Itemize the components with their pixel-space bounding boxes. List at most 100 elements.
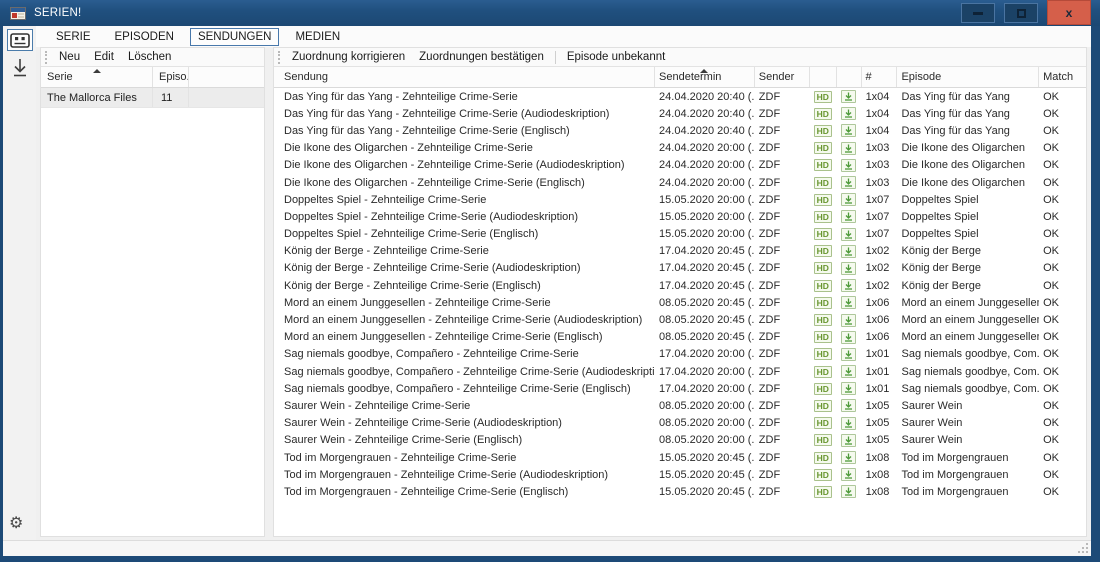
download-media-icon[interactable] <box>841 348 856 361</box>
broadcast-row[interactable]: König der Berge - Zehnteilige Crime-Seri… <box>274 260 1086 277</box>
download-media-icon[interactable] <box>841 262 856 275</box>
download-media-icon[interactable] <box>841 451 856 464</box>
download-media-icon[interactable] <box>841 296 856 309</box>
sendung-column-header[interactable]: Sendung <box>274 67 655 87</box>
zuordnung-korrigieren-button[interactable]: Zuordnung korrigieren <box>285 50 412 64</box>
match-cell: OK <box>1039 262 1086 274</box>
episode-unbekannt-button[interactable]: Episode unbekannt <box>560 50 672 64</box>
serie-column-header[interactable]: Serie <box>41 67 153 87</box>
zuordnungen-bestaetigen-button[interactable]: Zuordnungen bestätigen <box>412 50 551 64</box>
broadcast-row[interactable]: Tod im Morgengrauen - Zehnteilige Crime-… <box>274 483 1086 500</box>
hd-badge: HD <box>814 383 832 395</box>
sendetermin-cell: 17.04.2020 20:00 (... <box>655 383 755 395</box>
loeschen-button[interactable]: Löschen <box>121 50 178 64</box>
series-toolbar: Neu Edit Löschen <box>41 48 264 67</box>
match-cell: OK <box>1039 177 1086 189</box>
download-media-icon[interactable] <box>841 245 856 258</box>
download-tool-button[interactable] <box>8 56 32 82</box>
episode-number-cell: 1x07 <box>862 228 898 240</box>
download-media-icon[interactable] <box>841 176 856 189</box>
download-cell <box>837 176 862 189</box>
resize-grip-icon[interactable] <box>1077 542 1089 554</box>
match-cell: OK <box>1039 194 1086 206</box>
download-media-icon[interactable] <box>841 210 856 223</box>
titlebar[interactable]: SERIEN! x <box>0 0 1100 26</box>
broadcast-row[interactable]: Saurer Wein - Zehnteilige Crime-Serie (E… <box>274 432 1086 449</box>
download-media-icon[interactable] <box>841 193 856 206</box>
broadcast-row[interactable]: Doppeltes Spiel - Zehnteilige Crime-Seri… <box>274 226 1086 243</box>
download-media-icon[interactable] <box>841 142 856 155</box>
hd-column-header[interactable] <box>810 67 837 87</box>
broadcast-row[interactable]: Mord an einem Junggesellen - Zehnteilige… <box>274 329 1086 346</box>
download-media-icon[interactable] <box>841 228 856 241</box>
download-media-icon[interactable] <box>841 124 856 137</box>
menu-serie[interactable]: SERIE <box>48 28 99 46</box>
broadcast-row[interactable]: Das Ying für das Yang - Zehnteilige Crim… <box>274 105 1086 122</box>
sender-column-header[interactable]: Sender <box>755 67 810 87</box>
number-column-header[interactable]: # <box>862 67 898 87</box>
toolbar-grip-icon[interactable] <box>45 51 47 64</box>
broadcast-row[interactable]: Das Ying für das Yang - Zehnteilige Crim… <box>274 88 1086 105</box>
broadcast-row[interactable]: Saurer Wein - Zehnteilige Crime-Serie 08… <box>274 397 1086 414</box>
download-media-icon[interactable] <box>841 365 856 378</box>
download-media-icon[interactable] <box>841 485 856 498</box>
sender-cell: ZDF <box>755 280 810 292</box>
series-row-selected[interactable]: The Mallorca Files 11 <box>41 88 264 108</box>
broadcast-row[interactable]: Sag niemals goodbye, Compañero - Zehntei… <box>274 380 1086 397</box>
download-media-icon[interactable] <box>841 331 856 344</box>
broadcast-row[interactable]: Doppeltes Spiel - Zehnteilige Crime-Seri… <box>274 208 1086 225</box>
download-media-icon[interactable] <box>841 279 856 292</box>
broadcast-row[interactable]: Die Ikone des Oligarchen - Zehnteilige C… <box>274 140 1086 157</box>
broadcast-row[interactable]: Saurer Wein - Zehnteilige Crime-Serie (A… <box>274 415 1086 432</box>
tv-tool-button[interactable] <box>7 29 33 51</box>
download-column-header[interactable] <box>837 67 862 87</box>
broadcast-row[interactable]: König der Berge - Zehnteilige Crime-Seri… <box>274 243 1086 260</box>
broadcast-row[interactable]: Sag niemals goodbye, Compañero - Zehntei… <box>274 363 1086 380</box>
broadcast-row[interactable]: Sag niemals goodbye, Compañero - Zehntei… <box>274 346 1086 363</box>
broadcast-row[interactable]: Mord an einem Junggesellen - Zehnteilige… <box>274 294 1086 311</box>
panel-splitter[interactable] <box>265 47 273 537</box>
download-media-icon[interactable] <box>841 434 856 447</box>
download-media-icon[interactable] <box>841 159 856 172</box>
toolbar-grip-icon[interactable] <box>278 51 280 64</box>
download-media-icon[interactable] <box>841 90 856 103</box>
episode-cell: Saurer Wein <box>897 400 1039 412</box>
maximize-button[interactable] <box>1004 3 1038 23</box>
download-media-icon[interactable] <box>841 382 856 395</box>
menu-sendungen[interactable]: SENDUNGEN <box>190 28 279 46</box>
broadcast-row[interactable]: Doppeltes Spiel - Zehnteilige Crime-Seri… <box>274 191 1086 208</box>
sendetermin-column-header[interactable]: Sendetermin <box>655 67 755 87</box>
broadcast-row[interactable]: Tod im Morgengrauen - Zehnteilige Crime-… <box>274 466 1086 483</box>
download-media-icon[interactable] <box>841 417 856 430</box>
broadcast-row[interactable]: Tod im Morgengrauen - Zehnteilige Crime-… <box>274 449 1086 466</box>
download-media-icon[interactable] <box>841 107 856 120</box>
menu-episoden[interactable]: EPISODEN <box>107 28 182 46</box>
menu-medien[interactable]: MEDIEN <box>287 28 348 46</box>
broadcast-row[interactable]: Mord an einem Junggesellen - Zehnteilige… <box>274 311 1086 328</box>
episode-cell: Tod im Morgengrauen <box>897 452 1039 464</box>
edit-button[interactable]: Edit <box>87 50 121 64</box>
episoden-column-header[interactable]: Episo... <box>153 67 189 87</box>
broadcast-row[interactable]: Die Ikone des Oligarchen - Zehnteilige C… <box>274 157 1086 174</box>
minimize-button[interactable] <box>961 3 995 23</box>
sendetermin-cell: 17.04.2020 20:45 (... <box>655 262 755 274</box>
broadcast-row[interactable]: Die Ikone des Oligarchen - Zehnteilige C… <box>274 174 1086 191</box>
series-table-header: Serie Episo... <box>41 67 264 88</box>
episode-number-cell: 1x07 <box>862 211 898 223</box>
download-media-icon[interactable] <box>841 399 856 412</box>
hd-cell: HD <box>810 434 837 446</box>
episode-cell: Doppeltes Spiel <box>897 211 1039 223</box>
hd-cell: HD <box>810 262 837 274</box>
broadcast-row[interactable]: König der Berge - Zehnteilige Crime-Seri… <box>274 277 1086 294</box>
download-media-icon[interactable] <box>841 314 856 327</box>
match-column-header[interactable]: Match <box>1039 67 1086 87</box>
close-button[interactable]: x <box>1047 0 1091 25</box>
download-media-icon[interactable] <box>841 468 856 481</box>
episode-column-header[interactable]: Episode <box>897 67 1039 87</box>
broadcast-row[interactable]: Das Ying für das Yang - Zehnteilige Crim… <box>274 122 1086 139</box>
match-cell: OK <box>1039 486 1086 498</box>
sendetermin-column-label: Sendetermin <box>659 71 721 83</box>
hd-badge: HD <box>814 211 832 223</box>
neu-button[interactable]: Neu <box>52 50 87 64</box>
settings-button[interactable]: ⚙ <box>9 516 23 532</box>
